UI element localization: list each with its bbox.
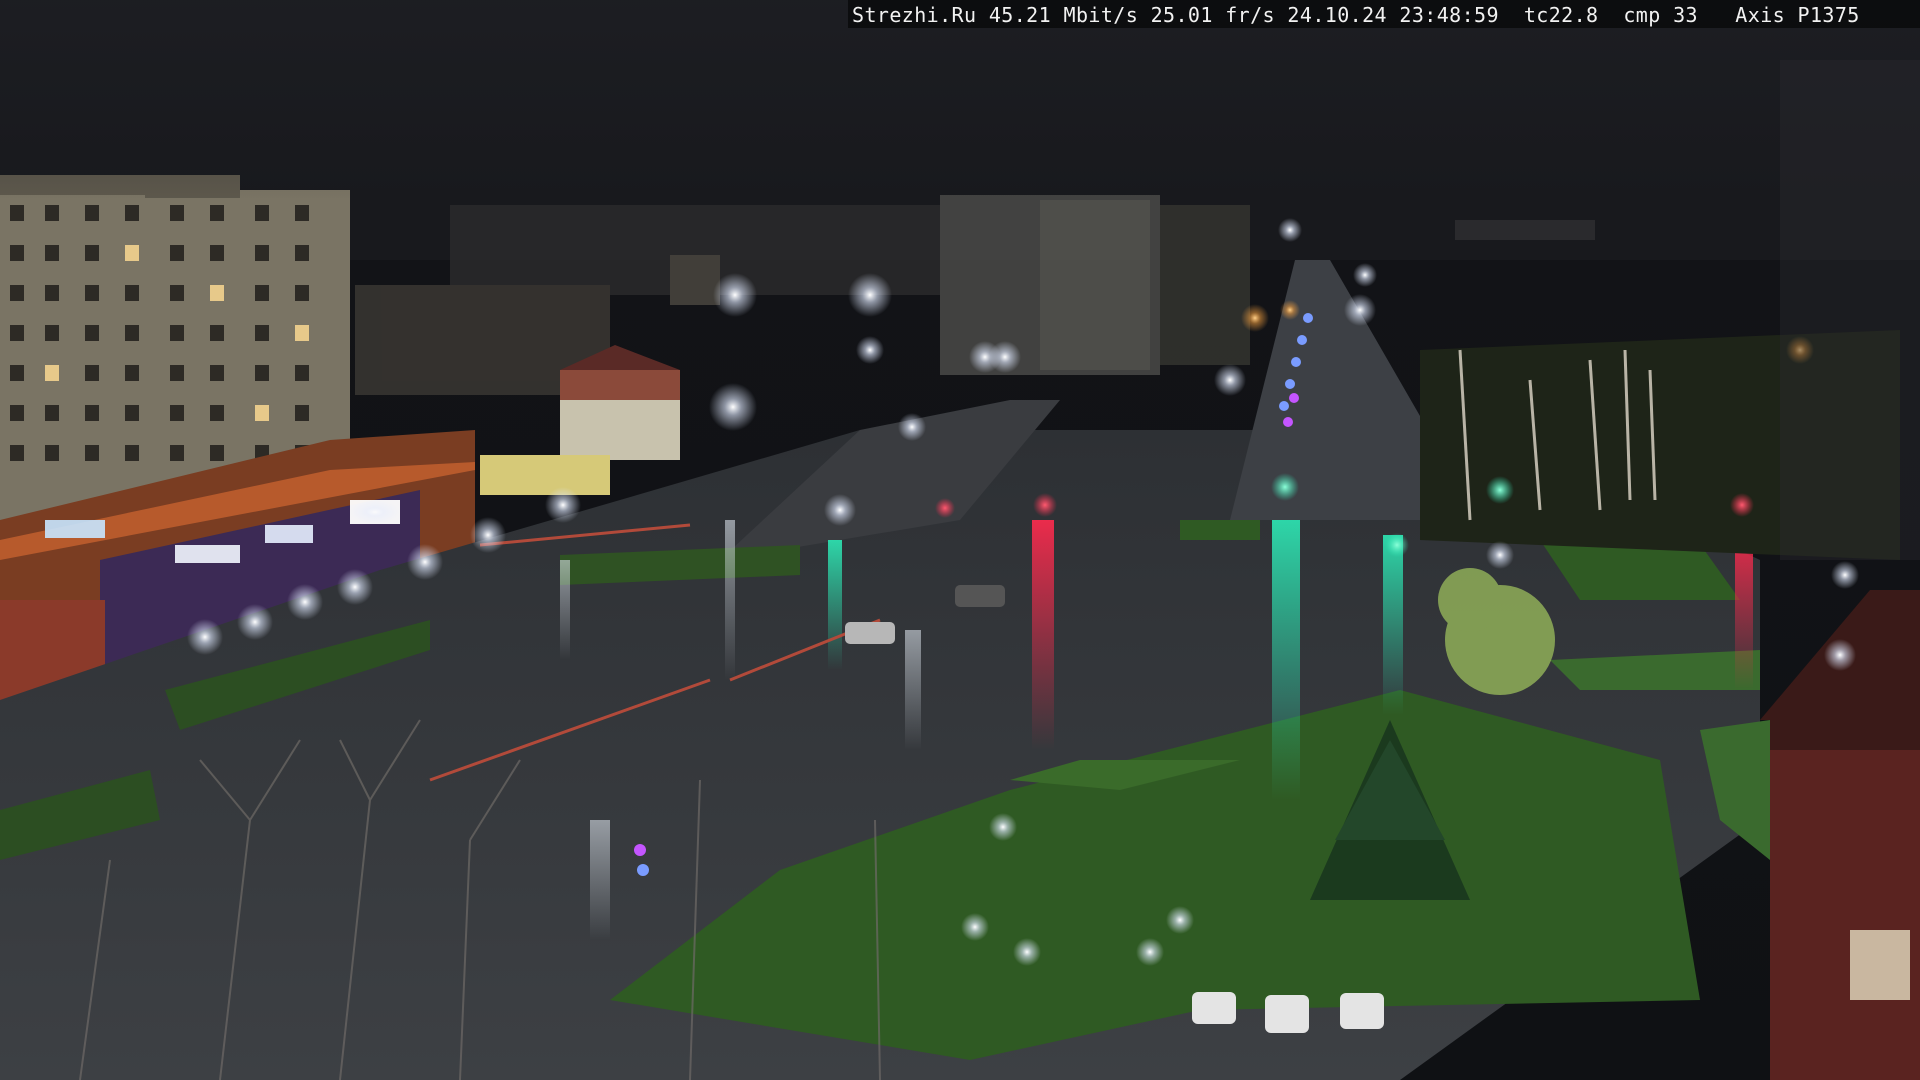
webcam-frame: Strezhi.Ru 45.21 Mbit/s 25.01 fr/s 24.10… — [0, 0, 1920, 1080]
osd-caption: Strezhi.Ru 45.21 Mbit/s 25.01 fr/s 24.10… — [852, 3, 1860, 27]
webcam-scene — [0, 0, 1920, 1080]
